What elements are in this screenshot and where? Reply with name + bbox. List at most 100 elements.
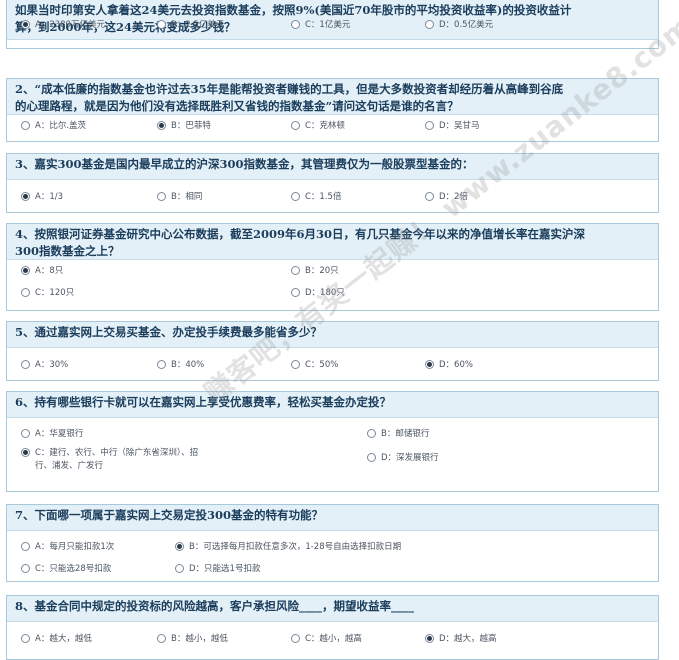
radio-button[interactable] — [291, 121, 300, 130]
answer-option[interactable]: C：建行、农行、中行（除广东省深圳）、招 行、浦发、广发行 — [21, 447, 261, 473]
answer-option-label: A：30% — [35, 360, 69, 370]
radio-button[interactable] — [21, 288, 30, 297]
answer-option[interactable]: D：180只 — [291, 287, 541, 300]
radio-button[interactable] — [157, 634, 166, 643]
radio-button[interactable] — [175, 542, 184, 551]
answer-option[interactable]: C：只能选28号扣款 — [21, 563, 171, 576]
question-title-line: 2、“成本低廉的指数基金也许过去35年是能帮投资者赚钱的工具，但是大多数投资者却… — [15, 82, 564, 96]
radio-button[interactable] — [291, 266, 300, 275]
answer-option[interactable]: D：0.5亿美元 — [425, 19, 555, 32]
answer-option[interactable]: A：华夏银行 — [21, 428, 341, 441]
radio-button[interactable] — [21, 121, 30, 130]
radio-button[interactable] — [425, 634, 434, 643]
answer-option[interactable]: B：2.5亿美元 — [157, 19, 287, 32]
question-title-line: 4、按照银河证券基金研究中心公布数据，截至2009年6月30日，有几只基金今年以… — [15, 227, 586, 241]
answer-option[interactable]: B：巴菲特 — [157, 120, 287, 133]
answer-option-label: A：越大，越低 — [35, 634, 92, 644]
radio-button[interactable] — [21, 448, 30, 457]
radio-button[interactable] — [157, 20, 166, 29]
answer-option[interactable]: A：2380万亿美元 — [21, 19, 151, 32]
answer-option-label: B：越小，越低 — [171, 634, 228, 644]
radio-button[interactable] — [157, 121, 166, 130]
answer-option[interactable]: A：越大，越低 — [21, 633, 151, 646]
answer-option-label: B：邮储银行 — [381, 429, 430, 439]
radio-button[interactable] — [425, 121, 434, 130]
question-title-line: 如果当时印第安人拿着这24美元去投资指数基金，按照9%(美国近70年股市的平均投… — [15, 3, 572, 17]
radio-button[interactable] — [367, 429, 376, 438]
question-card: 如果当时印第安人拿着这24美元去投资指数基金，按照9%(美国近70年股市的平均投… — [6, 0, 659, 49]
answer-option-label: B：巴菲特 — [171, 121, 211, 131]
radio-button[interactable] — [21, 266, 30, 275]
question-title: 2、“成本低廉的指数基金也许过去35年是能帮投资者赚钱的工具，但是大多数投资者却… — [7, 79, 658, 115]
answer-option[interactable]: C：120只 — [21, 287, 271, 300]
answer-option-label: A：比尔.盖茨 — [35, 121, 87, 131]
answer-option[interactable]: A：30% — [21, 359, 151, 372]
question-title-line: 300指数基金之上？ — [15, 244, 120, 258]
radio-button[interactable] — [291, 360, 300, 369]
question-card: 2、“成本低廉的指数基金也许过去35年是能帮投资者赚钱的工具，但是大多数投资者却… — [6, 78, 659, 142]
answer-option-label: B：相同 — [171, 192, 203, 202]
answer-option-label: D：深发展银行 — [381, 453, 439, 463]
answer-option[interactable]: D：只能选1号扣款 — [175, 563, 475, 576]
answer-option[interactable]: B：越小，越低 — [157, 633, 287, 646]
answer-option[interactable]: D：吴甘马 — [425, 120, 555, 133]
question-title-line: 7、下面哪一项属于嘉实网上交易定投300基金的特有功能？ — [15, 508, 324, 522]
answer-option-label: A：2380万亿美元 — [35, 20, 105, 30]
answer-option-label: D：吴甘马 — [439, 121, 480, 131]
question-title: 8、基金合同中规定的投资标的风险越高，客户承担风险____，期望收益率____ — [7, 596, 658, 622]
answer-option[interactable]: C：越小，越高 — [291, 633, 421, 646]
radio-button[interactable] — [291, 288, 300, 297]
radio-button[interactable] — [21, 429, 30, 438]
question-title-line: 的心理路程，就是因为他们没有选择既胜利又省钱的指数基金”请问这句话是谁的名言？ — [15, 99, 459, 113]
answer-option-label: B：20只 — [305, 266, 339, 276]
answer-option[interactable]: B：可选择每月扣款任意多次，1-28号自由选择扣款日期 — [175, 541, 475, 554]
answer-option[interactable]: A：比尔.盖茨 — [21, 120, 151, 133]
radio-button[interactable] — [21, 20, 30, 29]
answer-option[interactable]: A：每月只能扣款1次 — [21, 541, 171, 554]
radio-button[interactable] — [175, 564, 184, 573]
answer-option[interactable]: A：1/3 — [21, 191, 151, 204]
answer-option-label: B：40% — [171, 360, 205, 370]
answer-option-label: D：60% — [439, 360, 473, 370]
answer-option[interactable]: B：20只 — [291, 265, 541, 278]
radio-button[interactable] — [21, 192, 30, 201]
answer-option[interactable]: A：8只 — [21, 265, 271, 278]
answer-option-label: C：越小，越高 — [305, 634, 362, 644]
answer-option[interactable]: B：相同 — [157, 191, 287, 204]
answer-option[interactable]: B：40% — [157, 359, 287, 372]
answer-option-label: A：8只 — [35, 266, 64, 276]
radio-button[interactable] — [21, 634, 30, 643]
answer-option-label: B：可选择每月扣款任意多次，1-28号自由选择扣款日期 — [189, 542, 402, 552]
question-title-line: 6、持有哪些银行卡就可以在嘉实网上享受优惠费率，轻松买基金办定投？ — [15, 395, 391, 409]
radio-button[interactable] — [367, 453, 376, 462]
radio-button[interactable] — [425, 192, 434, 201]
answer-option[interactable]: D：2倍 — [425, 191, 555, 204]
radio-button[interactable] — [291, 20, 300, 29]
answer-option[interactable]: B：邮储银行 — [367, 428, 617, 441]
answer-option[interactable]: C：1.5倍 — [291, 191, 421, 204]
radio-button[interactable] — [425, 20, 434, 29]
question-title: 3、嘉实300基金是国内最早成立的沪深300指数基金，其管理费仅为一般股票型基金… — [7, 154, 658, 180]
answer-option[interactable]: D：深发展银行 — [367, 452, 617, 465]
question-card: 3、嘉实300基金是国内最早成立的沪深300指数基金，其管理费仅为一般股票型基金… — [6, 153, 659, 213]
radio-button[interactable] — [157, 192, 166, 201]
answer-option-label: A：1/3 — [35, 192, 63, 202]
radio-button[interactable] — [21, 360, 30, 369]
radio-button[interactable] — [21, 542, 30, 551]
radio-button[interactable] — [425, 360, 434, 369]
radio-button[interactable] — [291, 634, 300, 643]
radio-button[interactable] — [291, 192, 300, 201]
answer-option-label: B：2.5亿美元 — [171, 20, 225, 30]
answer-option[interactable]: D：越大，越高 — [425, 633, 555, 646]
answer-option[interactable]: C：克林顿 — [291, 120, 421, 133]
answer-option[interactable]: D：60% — [425, 359, 555, 372]
question-title: 7、下面哪一项属于嘉实网上交易定投300基金的特有功能？ — [7, 505, 658, 531]
radio-button[interactable] — [157, 360, 166, 369]
question-card: 7、下面哪一项属于嘉实网上交易定投300基金的特有功能？ A：每月只能扣款1次 B：… — [6, 504, 659, 582]
answer-option[interactable]: C：1亿美元 — [291, 19, 421, 32]
question-title-line: 8、基金合同中规定的投资标的风险越高，客户承担风险____，期望收益率____ — [15, 599, 414, 613]
answer-option-label: A：华夏银行 — [35, 429, 84, 439]
answer-option-label: D：0.5亿美元 — [439, 20, 494, 30]
radio-button[interactable] — [21, 564, 30, 573]
answer-option[interactable]: C：50% — [291, 359, 421, 372]
